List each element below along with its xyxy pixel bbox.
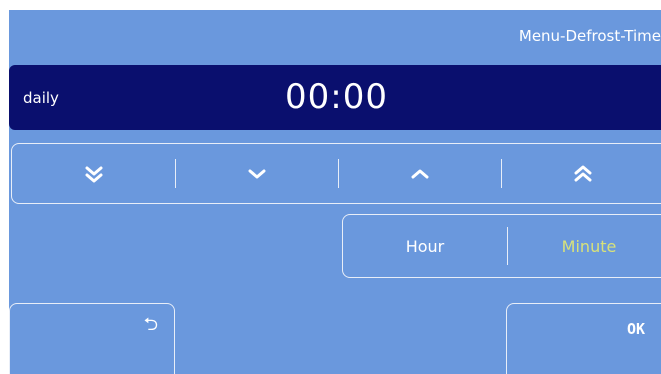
increase-button[interactable] [338, 144, 501, 203]
hour-button[interactable]: Hour [343, 215, 507, 277]
double-chevron-down-icon [84, 165, 104, 183]
minute-button[interactable]: Minute [507, 215, 661, 277]
adjust-button-bar [11, 143, 661, 204]
time-value: 00:00 [285, 77, 388, 117]
ok-button[interactable]: OK [506, 303, 661, 374]
decrease-button[interactable] [175, 144, 338, 203]
screen: Menu-Defrost-Time daily 00:00 Hour Minut… [0, 0, 661, 374]
defrost-time-panel: Menu-Defrost-Time daily 00:00 Hour Minut… [9, 10, 661, 374]
double-chevron-up-icon [573, 165, 593, 183]
fast-decrease-button[interactable] [12, 144, 175, 203]
ok-label: OK [626, 320, 645, 338]
chevron-down-icon [247, 168, 267, 180]
fast-increase-button[interactable] [501, 144, 661, 203]
chevron-up-icon [410, 168, 430, 180]
back-arrow-icon: ⮌ [143, 314, 158, 335]
back-button[interactable]: ⮌ [9, 303, 175, 374]
time-mode-label: daily [23, 89, 59, 107]
time-display-bar: daily 00:00 [9, 65, 661, 130]
menu-title: Menu-Defrost-Time [518, 27, 661, 45]
unit-selector: Hour Minute [342, 214, 661, 278]
